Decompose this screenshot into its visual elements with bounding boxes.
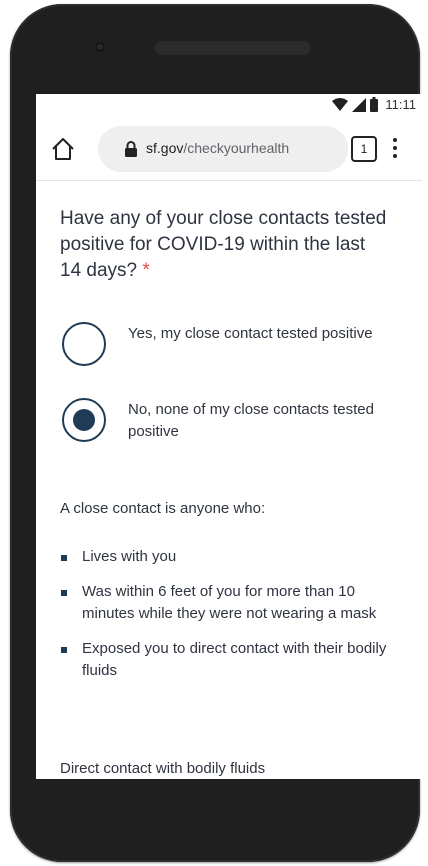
status-bar: 11:11 — [36, 94, 422, 120]
list-item: Exposed you to direct contact with their… — [60, 638, 390, 682]
speaker-grille — [155, 41, 311, 55]
address-bar[interactable]: sf.gov/checkyourhealth — [98, 126, 348, 172]
menu-icon[interactable] — [388, 136, 402, 160]
phone-screen: 11:11 sf.gov/checkyourhealth 1 Have any … — [36, 94, 422, 779]
wifi-icon — [332, 97, 349, 111]
list-item: Lives with you — [60, 546, 390, 568]
url-domain: sf.gov — [146, 140, 184, 156]
question-heading: Have any of your close contacts tested p… — [60, 206, 390, 284]
home-icon — [52, 138, 74, 160]
page-content: Have any of your close contacts tested p… — [36, 180, 422, 779]
tab-switcher-button[interactable]: 1 — [351, 136, 377, 162]
radio-button-yes[interactable] — [62, 322, 106, 366]
bodily-fluids-heading: Direct contact with bodily fluids — [60, 760, 266, 777]
signal-icon — [352, 97, 367, 112]
radio-label-yes: Yes, my close contact tested positive — [128, 325, 373, 342]
close-contact-list: Lives with you Was within 6 feet of you … — [60, 546, 390, 695]
home-button[interactable] — [50, 136, 76, 162]
radio-option-yes[interactable]: Yes, my close contact tested positive — [62, 322, 402, 382]
camera-icon — [95, 42, 105, 52]
question-text: Have any of your close contacts tested p… — [60, 208, 387, 281]
url-text: sf.gov/checkyourhealth — [146, 140, 289, 156]
radio-option-no[interactable]: No, none of my close contacts tested pos… — [62, 398, 402, 458]
required-mark: * — [142, 260, 150, 281]
browser-toolbar: sf.gov/checkyourhealth 1 — [36, 120, 422, 181]
list-item: Was within 6 feet of you for more than 1… — [60, 581, 390, 625]
radio-label-no: No, none of my close contacts tested pos… — [128, 401, 374, 440]
status-icons: 11:11 — [332, 97, 416, 112]
radio-button-no[interactable] — [62, 398, 106, 442]
status-time: 11:11 — [385, 97, 416, 112]
phone-frame: 11:11 sf.gov/checkyourhealth 1 Have any … — [10, 4, 422, 862]
battery-icon — [370, 97, 379, 112]
close-contact-intro: A close contact is anyone who: — [60, 500, 266, 517]
url-path: /checkyourhealth — [183, 140, 290, 156]
radio-selected-dot — [73, 409, 95, 431]
lock-icon — [125, 141, 137, 157]
